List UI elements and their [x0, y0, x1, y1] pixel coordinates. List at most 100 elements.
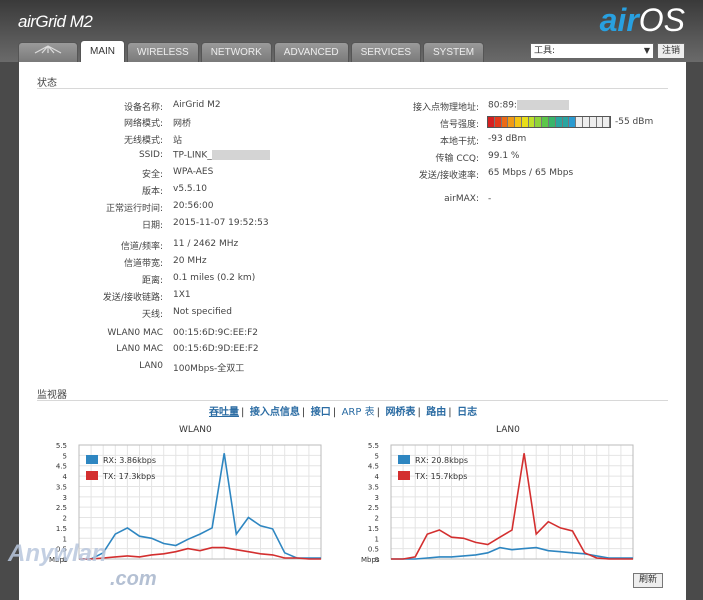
y-tick-label: 3.5 — [56, 483, 67, 491]
status-value: 网桥 — [173, 119, 192, 129]
status-label: 安全: — [141, 170, 163, 180]
status-label: 信号强度: — [439, 120, 479, 130]
y-tick-label: 3 — [63, 494, 67, 502]
tab-network[interactable]: NETWORK — [200, 42, 272, 62]
tab-system[interactable]: SYSTEM — [423, 42, 485, 62]
monitor-title: 监视器 — [37, 390, 67, 401]
tab-advanced[interactable]: ADVANCED — [273, 42, 349, 62]
y-tick-label: 2 — [63, 515, 67, 523]
status-label: SSID: — [138, 150, 163, 160]
status-value: WPA-AES — [173, 167, 214, 177]
status-label: airMAX: — [444, 194, 479, 204]
tools-select[interactable]: 工具: ▼ — [530, 43, 654, 59]
main-panel: 状态 设备名称: AirGrid M2 网络模式: 网桥 无线模式: 站 SSID: TP-L… — [19, 62, 686, 600]
status-value: 99.1 % — [488, 151, 520, 161]
y-tick-label: 2 — [375, 515, 379, 523]
link-ap-info[interactable]: 接入点信息 — [250, 407, 300, 418]
status-value: 00:15:6D:9C:EE:F2 — [173, 328, 259, 338]
status-value: 2015-11-07 19:52:53 — [173, 218, 269, 228]
status-label: 正常运行时间: — [105, 204, 163, 214]
y-tick-label: 5.5 — [368, 442, 379, 450]
status-value: - — [488, 194, 492, 204]
status-value: Not specified — [173, 307, 232, 317]
status-label: 接入点物理地址: — [412, 103, 479, 113]
y-tick-label: 1.5 — [368, 525, 379, 533]
wlan0-chart-title: WLAN0 — [179, 425, 212, 435]
ubiquiti-logo-tab[interactable] — [18, 42, 78, 62]
tab-main[interactable]: MAIN — [80, 40, 125, 62]
status-value: 0.1 miles (0.2 km) — [173, 273, 256, 283]
product-name: airGrid M2 — [18, 12, 93, 31]
status-label: 发送/接收速率: — [418, 171, 479, 181]
monitor-links: 吞吐量 | 接入点信息 | 接口 | ARP 表 | 网桥表 | 路由 | 日志 — [209, 407, 478, 418]
legend-swatch — [398, 455, 410, 464]
tab-wireless[interactable]: WIRELESS — [127, 42, 199, 62]
y-tick-label: 1 — [375, 535, 379, 543]
signal-strength-bar — [487, 116, 611, 128]
y-tick-label: 4.5 — [56, 463, 67, 471]
link-arp-table[interactable]: ARP 表 — [342, 407, 375, 418]
y-tick-label: 5 — [375, 452, 379, 460]
status-value: 11 / 2462 MHz — [173, 239, 239, 249]
chevron-down-icon: ▼ — [643, 46, 650, 55]
status-label: 距离: — [141, 276, 163, 286]
link-interface[interactable]: 接口 — [311, 407, 331, 418]
y-tick-label: 2.5 — [368, 504, 379, 512]
status-value: 80:89: — [488, 100, 569, 111]
status-value: -55 dBm — [615, 117, 654, 127]
legend-swatch — [398, 471, 410, 480]
y-axis-label: Mbps — [361, 556, 380, 564]
y-tick-label: 3.5 — [368, 483, 379, 491]
watermark-text-domain: .com — [110, 568, 157, 590]
lan0-chart-title: LAN0 — [496, 425, 520, 435]
status-label: 本地干扰: — [439, 137, 479, 147]
y-tick-label: 2.5 — [56, 504, 67, 512]
watermark-text: Anywlan — [8, 540, 107, 567]
tab-services[interactable]: SERVICES — [350, 42, 422, 62]
link-log[interactable]: 日志 — [457, 407, 477, 418]
status-label: 传输 CCQ: — [435, 154, 479, 164]
status-value: -93 dBm — [488, 134, 527, 144]
legend-swatch — [86, 471, 98, 480]
status-value: 站 — [173, 136, 183, 146]
status-label: 无线模式: — [123, 136, 163, 146]
legend-label: RX: 3.86kbps — [103, 456, 156, 465]
status-label: LAN0 MAC — [116, 344, 163, 354]
y-tick-label: 3 — [375, 494, 379, 502]
y-tick-label: 4.5 — [368, 463, 379, 471]
legend-label: RX: 20.8kbps — [415, 456, 468, 465]
y-tick-label: 0.5 — [368, 546, 379, 554]
status-value: 00:15:6D:9D:EE:F2 — [173, 344, 259, 354]
link-bridge-table[interactable]: 网桥表 — [385, 407, 415, 418]
status-value: 20 MHz — [173, 256, 207, 266]
status-value: 65 Mbps / 65 Mbps — [488, 168, 574, 178]
status-value: 1X1 — [173, 290, 191, 300]
status-label: 设备名称: — [123, 103, 163, 113]
airos-logo: airOS — [599, 2, 685, 38]
legend-label: TX: 15.7kbps — [414, 472, 467, 481]
status-label: WLAN0 MAC — [107, 328, 163, 338]
y-tick-label: 5.5 — [56, 442, 67, 450]
ubiquiti-logo-icon — [34, 45, 62, 54]
status-value: AirGrid M2 — [173, 100, 221, 110]
status-value: TP-LINK_ — [173, 150, 270, 161]
status-label: 信道带宽: — [123, 259, 163, 269]
legend-swatch — [86, 455, 98, 464]
divider — [37, 88, 668, 89]
status-label: 日期: — [141, 221, 163, 231]
legend-label: TX: 17.3kbps — [102, 472, 155, 481]
link-throughput[interactable]: 吞吐量 — [209, 407, 239, 418]
divider — [37, 400, 668, 401]
status-label: 天线: — [141, 310, 163, 320]
link-routes[interactable]: 路由 — [426, 407, 446, 418]
lan0-throughput-chart: 5.554.543.532.521.510.50MbpsRX: 20.8kbps… — [361, 442, 634, 564]
y-tick-label: 5 — [63, 452, 67, 460]
redacted-block — [211, 150, 270, 160]
status-value: v5.5.10 — [173, 184, 207, 194]
tools-select-value: 工具: — [534, 46, 556, 56]
status-label: 发送/接收链路: — [102, 293, 163, 303]
status-value: 100Mbps-全双工 — [173, 364, 245, 374]
y-tick-label: 1.5 — [56, 525, 67, 533]
logout-button[interactable]: 注销 — [657, 43, 685, 59]
refresh-button[interactable]: 刷新 — [633, 573, 663, 588]
